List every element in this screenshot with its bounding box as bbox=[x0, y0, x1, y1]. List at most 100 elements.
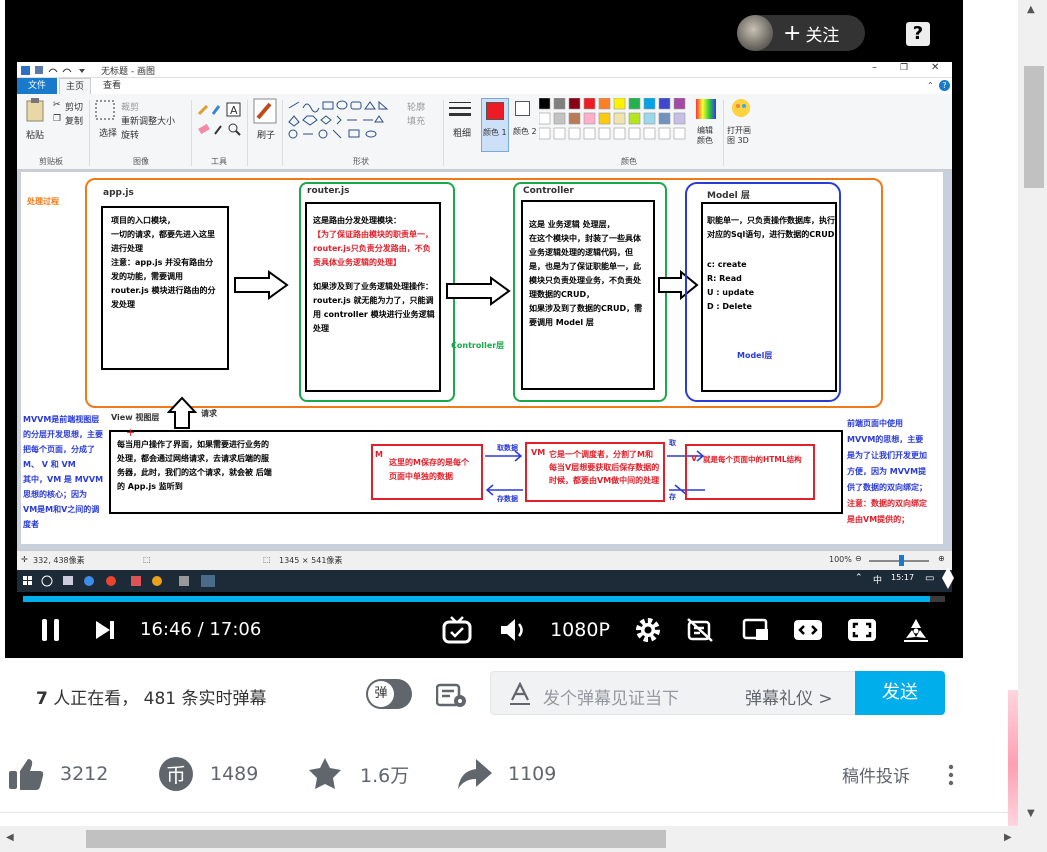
paste-icon[interactable] bbox=[25, 98, 47, 124]
zoom-out-icon[interactable]: ⊖ bbox=[855, 554, 862, 563]
coin-count: 1489 bbox=[210, 763, 259, 785]
fill-label[interactable]: 填充 bbox=[407, 114, 425, 127]
tv-button[interactable] bbox=[441, 614, 473, 646]
report-link[interactable]: 稿件投诉 bbox=[842, 762, 910, 787]
crop-label[interactable]: 裁剪 bbox=[121, 100, 139, 113]
tools-icons[interactable]: A bbox=[197, 102, 243, 142]
danmaku-off-button[interactable] bbox=[685, 614, 715, 646]
widescreen-button[interactable] bbox=[793, 614, 823, 646]
select-label[interactable]: 选择 bbox=[99, 126, 117, 139]
next-button[interactable] bbox=[91, 614, 119, 646]
taskbar-tray-icon: ⌃ bbox=[855, 573, 863, 583]
model-box: 职能单一，只负责操作数据库，执行 对应的Sql语句，进行数据的CRUD c: cr… bbox=[701, 202, 837, 392]
process-label: 处理过程 bbox=[27, 197, 59, 206]
copy-label[interactable]: 复制 bbox=[65, 114, 83, 127]
shapes-group-label: 形状 bbox=[353, 157, 369, 166]
size-icon[interactable] bbox=[449, 100, 471, 120]
fullscreen-button[interactable] bbox=[901, 614, 931, 646]
send-button[interactable]: 发送 bbox=[855, 671, 945, 715]
select-icon[interactable] bbox=[95, 100, 115, 120]
edit-colors-icon[interactable] bbox=[695, 98, 717, 120]
settings-button[interactable] bbox=[633, 614, 663, 646]
brushes-icon[interactable] bbox=[253, 98, 277, 124]
controller-layer-label: Controller层 bbox=[451, 341, 505, 350]
brushes-label[interactable]: 刷子 bbox=[257, 128, 275, 141]
arrow-right-icon bbox=[446, 276, 511, 306]
progress-thumb[interactable] bbox=[941, 567, 955, 589]
pip-button[interactable] bbox=[741, 614, 771, 646]
progress-bar[interactable] bbox=[23, 596, 945, 602]
close-icon[interactable]: ✕ bbox=[931, 62, 939, 73]
volume-icon bbox=[501, 619, 523, 641]
like-button[interactable]: 3212 bbox=[8, 756, 108, 792]
favorite-button[interactable]: 1.6万 bbox=[308, 756, 409, 792]
horizontal-scroll-thumb[interactable] bbox=[86, 830, 666, 848]
model-title: Model 层 bbox=[707, 191, 750, 201]
scroll-right-icon[interactable]: ▶ bbox=[1004, 832, 1012, 843]
edit-colors-label[interactable]: 编辑颜色 bbox=[697, 126, 717, 146]
danmaku-toggle[interactable]: 弹 bbox=[366, 679, 412, 709]
fullscreen-icon bbox=[904, 619, 928, 642]
move-icon: ✛ bbox=[21, 555, 28, 564]
scroll-down-icon[interactable]: ▼ bbox=[1027, 808, 1035, 819]
color-palette[interactable] bbox=[539, 98, 691, 142]
quality-button[interactable]: 1080P bbox=[547, 614, 613, 646]
divider bbox=[0, 812, 1018, 813]
help-icon[interactable]: ? bbox=[906, 22, 930, 46]
color2-swatch[interactable] bbox=[515, 101, 530, 116]
danmaku-input[interactable]: 发个弹幕见证当下 弹幕礼仪 > bbox=[490, 671, 856, 715]
view-text: 每当用户操作了界面，如果需要进行业务的 处理，都会通过网络请求，去请求后端的服 务器… bbox=[117, 440, 272, 491]
share-button[interactable]: 1109 bbox=[456, 756, 556, 792]
paint3d-label[interactable]: 打开画图 3D bbox=[727, 126, 755, 146]
tab-home[interactable]: 主页 bbox=[59, 78, 92, 94]
ribbon-divider bbox=[247, 100, 248, 166]
paint-canvas[interactable]: 处理过程 app.js 项目的入口模块， 一切的请求，都要先进入这里 进行处理 注意：… bbox=[21, 172, 943, 544]
size-label[interactable]: 粗细 bbox=[453, 126, 471, 139]
v-label: V bbox=[691, 454, 698, 463]
paint3d-icon[interactable] bbox=[731, 98, 751, 120]
zoom-slider-thumb[interactable] bbox=[899, 555, 904, 566]
paint-help-icon[interactable]: ? bbox=[939, 80, 950, 91]
scroll-up-icon[interactable]: ▲ bbox=[1027, 4, 1035, 15]
minimize-icon[interactable]: – bbox=[872, 62, 877, 73]
pause-button[interactable] bbox=[37, 614, 65, 646]
controller-box: 这是 业务逻辑 处理层， 在这个模块中，封装了一些具体 业务逻辑处理的逻辑代码，但是… bbox=[521, 200, 655, 390]
paint-canvas-area: 处理过程 app.js 项目的入口模块， 一切的请求，都要先进入这里 进行处理 注意：… bbox=[17, 170, 952, 550]
shapes-gallery[interactable] bbox=[287, 100, 393, 142]
restore-icon[interactable]: ❐ bbox=[900, 63, 908, 73]
rotate-label[interactable]: 旋转 bbox=[121, 128, 139, 141]
uploader-avatar[interactable] bbox=[737, 15, 773, 51]
volume-button[interactable] bbox=[497, 614, 529, 646]
gear-icon bbox=[636, 618, 660, 642]
resize-label[interactable]: 重新调整大小 bbox=[121, 114, 175, 127]
color1-button[interactable]: 颜色 1 bbox=[481, 98, 509, 152]
taskbar-time: 15:17 bbox=[891, 573, 915, 582]
tab-file[interactable]: 文件 bbox=[17, 78, 57, 94]
color2-label[interactable]: 颜色 2 bbox=[513, 126, 537, 137]
picture-in-picture-icon bbox=[742, 618, 768, 640]
time-separator: / bbox=[197, 619, 204, 640]
follow-button[interactable]: + 关注 bbox=[737, 15, 865, 51]
tab-view[interactable]: 查看 bbox=[97, 78, 127, 94]
danmaku-settings-icon[interactable] bbox=[436, 682, 468, 708]
danmaku-etiquette-link[interactable]: 弹幕礼仪 > bbox=[745, 684, 833, 709]
paste-label[interactable]: 粘贴 bbox=[26, 128, 44, 141]
zoom-in-icon[interactable]: ⊕ bbox=[938, 554, 945, 563]
text-style-icon[interactable] bbox=[509, 682, 531, 706]
outline-label[interactable]: 轮廓 bbox=[407, 100, 425, 113]
more-icon[interactable] bbox=[945, 764, 957, 786]
fetch-data-label: 取数据 bbox=[497, 444, 518, 452]
cut-label[interactable]: 剪切 bbox=[65, 100, 83, 113]
m-label: M bbox=[375, 450, 383, 459]
widescreen-icon bbox=[794, 620, 822, 640]
appjs-box: 项目的入口模块， 一切的请求，都要先进入这里 进行处理 注意：app.js 并没有路由… bbox=[101, 206, 229, 370]
scissors-icon: ✂ bbox=[53, 100, 61, 110]
zoom-level: 100% bbox=[829, 555, 852, 564]
coin-button[interactable]: 币 1489 bbox=[158, 756, 258, 792]
collapse-ribbon-icon[interactable]: ⌃ bbox=[927, 81, 934, 90]
vertical-scroll-thumb[interactable] bbox=[1024, 66, 1044, 188]
controller-text: 这是 业务逻辑 处理层， 在这个模块中，封装了一些具体 业务逻辑处理的逻辑代码，但是… bbox=[529, 220, 643, 327]
vm-text: 它是一个调度者，分割了M和 每当V层想要获取后保存数据的 时候，都要由VM做中间的处… bbox=[549, 450, 660, 485]
scroll-left-icon[interactable]: ◀ bbox=[6, 832, 14, 843]
webfullscreen-button[interactable] bbox=[847, 614, 877, 646]
